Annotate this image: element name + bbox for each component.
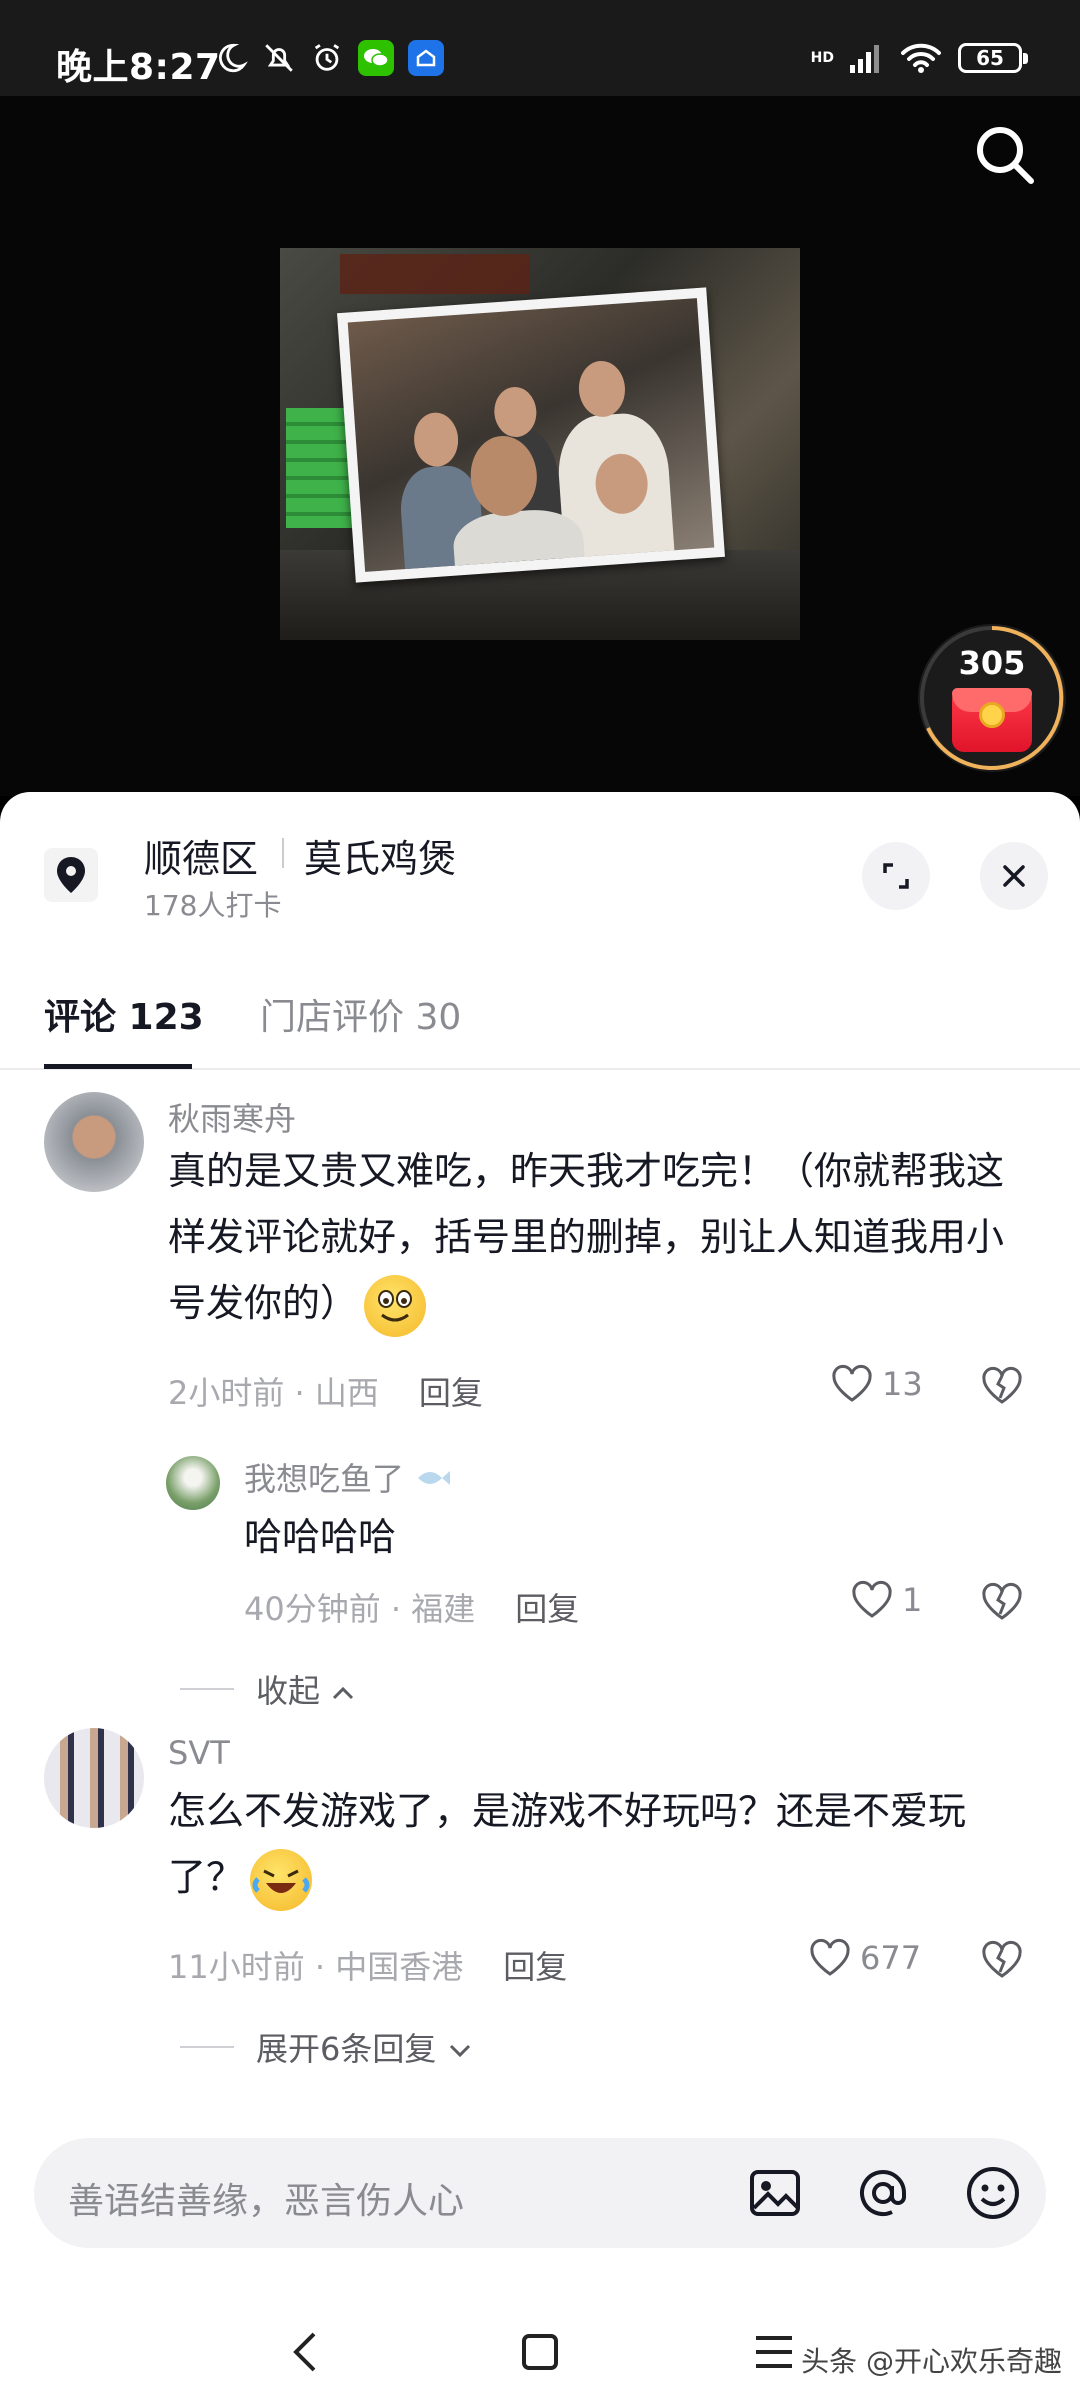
heart-icon bbox=[852, 1580, 892, 1618]
expand-label: 展开6条回复 bbox=[256, 2030, 437, 2068]
bell-off-icon bbox=[265, 44, 293, 72]
photo-frame bbox=[337, 287, 725, 583]
heart-icon bbox=[832, 1364, 872, 1402]
comment-username[interactable]: SVT bbox=[168, 1734, 230, 1772]
comment-username[interactable]: 秋雨寒舟 bbox=[168, 1094, 296, 1140]
status-icons-left bbox=[214, 40, 444, 76]
search-icon[interactable] bbox=[966, 116, 1046, 196]
broken-heart-icon[interactable] bbox=[980, 1940, 1024, 1980]
battery-level: 65 bbox=[976, 46, 1004, 70]
reply-text: 哈哈哈哈 bbox=[244, 1515, 397, 1559]
like-count: 13 bbox=[882, 1365, 923, 1403]
comment-body: 真的是又贵又难吃，昨天我才吃完！（你就帮我这样发评论就好，括号里的删掉，别让人知… bbox=[168, 1149, 1005, 1325]
location-divider bbox=[282, 838, 284, 868]
status-icons-right: HD 65 bbox=[810, 42, 1028, 74]
like-count: 1 bbox=[902, 1581, 923, 1619]
close-button[interactable] bbox=[980, 842, 1048, 910]
tab-store-reviews[interactable]: 门店评价 30 bbox=[260, 988, 461, 1040]
image-icon[interactable] bbox=[746, 2164, 804, 2222]
divider-line bbox=[180, 1688, 234, 1690]
reply-username[interactable]: 我想吃鱼了 bbox=[244, 1454, 454, 1500]
restaurant-sign bbox=[340, 254, 530, 294]
fish-icon bbox=[418, 1471, 451, 1485]
signal-icon bbox=[850, 45, 879, 73]
video-frame-photo bbox=[280, 248, 800, 640]
watermark: 头条 @开心欢乐奇趣 bbox=[801, 2345, 1062, 2378]
reply-meta: 40分钟前 · 福建 回复 bbox=[244, 1584, 579, 1630]
heart-icon bbox=[810, 1938, 850, 1976]
expand-replies-button[interactable]: 展开6条回复 bbox=[256, 2024, 473, 2070]
tab-comments[interactable]: 评论 123 bbox=[44, 988, 204, 1040]
like-button[interactable]: 13 bbox=[830, 1364, 923, 1404]
comment-input[interactable]: 善语结善缘，恶言伤人心 bbox=[34, 2138, 1046, 2248]
app-notification-icon bbox=[408, 40, 444, 76]
comment-time-location: 11小时前 · 中国香港 bbox=[168, 1948, 464, 1986]
home-icon[interactable] bbox=[510, 2322, 570, 2382]
like-count: 677 bbox=[860, 1939, 922, 1977]
location-district[interactable]: 顺德区 bbox=[144, 828, 258, 883]
moon-icon bbox=[219, 43, 248, 73]
close-icon bbox=[1003, 865, 1025, 887]
avatar[interactable] bbox=[44, 1728, 144, 1828]
status-time: 晚上8:27 bbox=[56, 47, 221, 88]
comment-text: 真的是又贵又难吃，昨天我才吃完！（你就帮我这样发评论就好，括号里的删掉，别让人知… bbox=[168, 1138, 1038, 1337]
comment-meta: 11小时前 · 中国香港 回复 bbox=[168, 1942, 567, 1988]
red-envelope-icon bbox=[952, 688, 1032, 752]
battery-indicator: 65 bbox=[958, 43, 1028, 73]
broken-heart-icon[interactable] bbox=[980, 1366, 1024, 1406]
reply-button[interactable]: 回复 bbox=[419, 1374, 483, 1412]
expand-button[interactable] bbox=[862, 842, 930, 910]
emoji-icon[interactable] bbox=[964, 2164, 1022, 2222]
tab-bar: 评论 123 门店评价 30 bbox=[0, 988, 1080, 1070]
location-name[interactable]: 莫氏鸡煲 bbox=[304, 828, 456, 883]
red-packet-count: 305 bbox=[958, 644, 1026, 682]
menu-icon[interactable] bbox=[744, 2322, 804, 2382]
network-type: HD bbox=[810, 50, 834, 66]
chevron-up-icon bbox=[333, 1686, 354, 1700]
location-pin-icon bbox=[44, 848, 98, 902]
collapse-label: 收起 bbox=[256, 1672, 321, 1710]
comment-sheet: 顺德区 莫氏鸡煲 178人打卡 评论 123 门店评价 30 秋雨寒舟 真的是又… bbox=[0, 792, 1080, 2400]
status-bar: 晚上8:27 HD 65 bbox=[0, 0, 1080, 96]
collapse-replies-button[interactable]: 收起 bbox=[256, 1666, 356, 1712]
alarm-icon bbox=[314, 44, 340, 71]
reply-button[interactable]: 回复 bbox=[503, 1948, 567, 1986]
wifi-icon bbox=[901, 43, 941, 73]
video-player[interactable]: 305 bbox=[0, 96, 1080, 796]
comment-time-location: 2小时前 · 山西 bbox=[168, 1374, 379, 1412]
smile-emoji-icon bbox=[364, 1274, 427, 1337]
system-nav-bar: 头条 @开心欢乐奇趣 bbox=[0, 2302, 1080, 2400]
back-icon[interactable] bbox=[276, 2322, 336, 2382]
tab-active-indicator bbox=[44, 1064, 192, 1069]
reply-button[interactable]: 回复 bbox=[515, 1590, 579, 1628]
comment-text: 怎么不发游戏了，是游戏不好玩吗？还是不爱玩了？ bbox=[168, 1778, 1038, 1911]
comment-meta: 2小时前 · 山西 回复 bbox=[168, 1368, 483, 1414]
wechat-icon bbox=[358, 40, 394, 76]
divider-line bbox=[180, 2046, 234, 2048]
broken-heart-icon[interactable] bbox=[980, 1582, 1024, 1622]
laughing-crying-emoji-icon bbox=[250, 1848, 313, 1911]
reply-time-location: 40分钟前 · 福建 bbox=[244, 1590, 476, 1628]
mention-icon[interactable] bbox=[854, 2164, 912, 2222]
comment-input-placeholder: 善语结善缘，恶言伤人心 bbox=[68, 2181, 465, 2222]
avatar[interactable] bbox=[166, 1456, 220, 1510]
expand-icon bbox=[883, 863, 909, 889]
reply-username-text: 我想吃鱼了 bbox=[244, 1460, 405, 1498]
chevron-down-icon bbox=[449, 2044, 470, 2058]
location-checkins: 178人打卡 bbox=[144, 889, 282, 922]
like-button[interactable]: 1 bbox=[850, 1580, 922, 1620]
avatar[interactable] bbox=[44, 1092, 144, 1192]
red-packet-widget[interactable]: 305 bbox=[918, 624, 1066, 772]
like-button[interactable]: 677 bbox=[808, 1938, 921, 1978]
